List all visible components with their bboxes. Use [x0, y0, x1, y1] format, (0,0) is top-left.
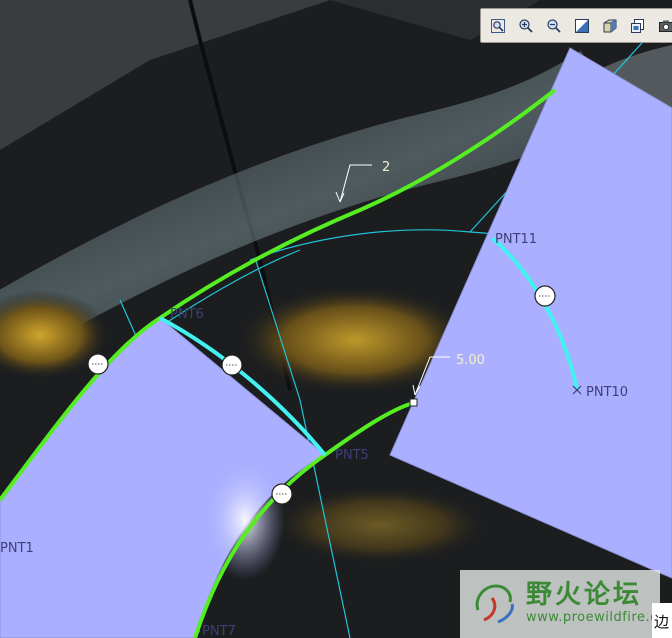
- dimension-top[interactable]: 2: [382, 160, 390, 175]
- dimension-mid[interactable]: 5.00: [456, 353, 485, 368]
- saved-views-icon: [631, 18, 644, 33]
- saved-views-button[interactable]: [626, 14, 650, 38]
- surface-sheen: [205, 460, 285, 580]
- watermark-logo: [475, 584, 514, 624]
- status-panel: 边: [652, 603, 672, 638]
- view-toolbar: [480, 8, 672, 43]
- watermark-title: 野火论坛: [526, 580, 643, 610]
- orient-button[interactable]: [598, 14, 622, 38]
- label-pnt5[interactable]: PNT5: [335, 448, 369, 463]
- refit-icon: [491, 18, 505, 33]
- zoom-in-button[interactable]: [514, 14, 538, 38]
- bg-gold-reflection-lower: [270, 485, 490, 565]
- drag-handle[interactable]: [87, 353, 109, 375]
- label-pnt-partial[interactable]: PNT6: [170, 307, 204, 322]
- status-panel-text: 边: [654, 613, 670, 631]
- watermark-url: www.proewildfire.cn: [526, 610, 667, 625]
- zoom-out-button[interactable]: [542, 14, 566, 38]
- label-pnt10[interactable]: PNT10: [586, 385, 628, 400]
- camera-button[interactable]: [654, 14, 672, 38]
- cube-icon: [603, 19, 617, 32]
- camera-icon: [659, 20, 672, 32]
- watermark: 野火论坛 www.proewildfire.cn: [460, 570, 666, 638]
- model-scene[interactable]: 2 5.00 PNT11 PNT10 PNT1 PNT7 PNT5 PNT6: [0, 0, 672, 638]
- label-pnt1[interactable]: PNT1: [0, 541, 34, 556]
- label-pnt11[interactable]: PNT11: [495, 232, 537, 247]
- drag-handle[interactable]: [534, 285, 556, 307]
- repaint-icon: [575, 18, 589, 33]
- repaint-button[interactable]: [570, 14, 594, 38]
- zoom-out-icon: [547, 18, 561, 33]
- drag-handle[interactable]: [221, 354, 243, 376]
- graphics-viewport[interactable]: 2 5.00 PNT11 PNT10 PNT1 PNT7 PNT5 PNT6 野…: [0, 0, 672, 638]
- refit-view-button[interactable]: [486, 14, 510, 38]
- zoom-in-icon: [519, 18, 533, 33]
- point-marker-square[interactable]: [409, 398, 418, 407]
- label-pnt7[interactable]: PNT7: [202, 624, 236, 638]
- drag-handle[interactable]: [271, 483, 293, 505]
